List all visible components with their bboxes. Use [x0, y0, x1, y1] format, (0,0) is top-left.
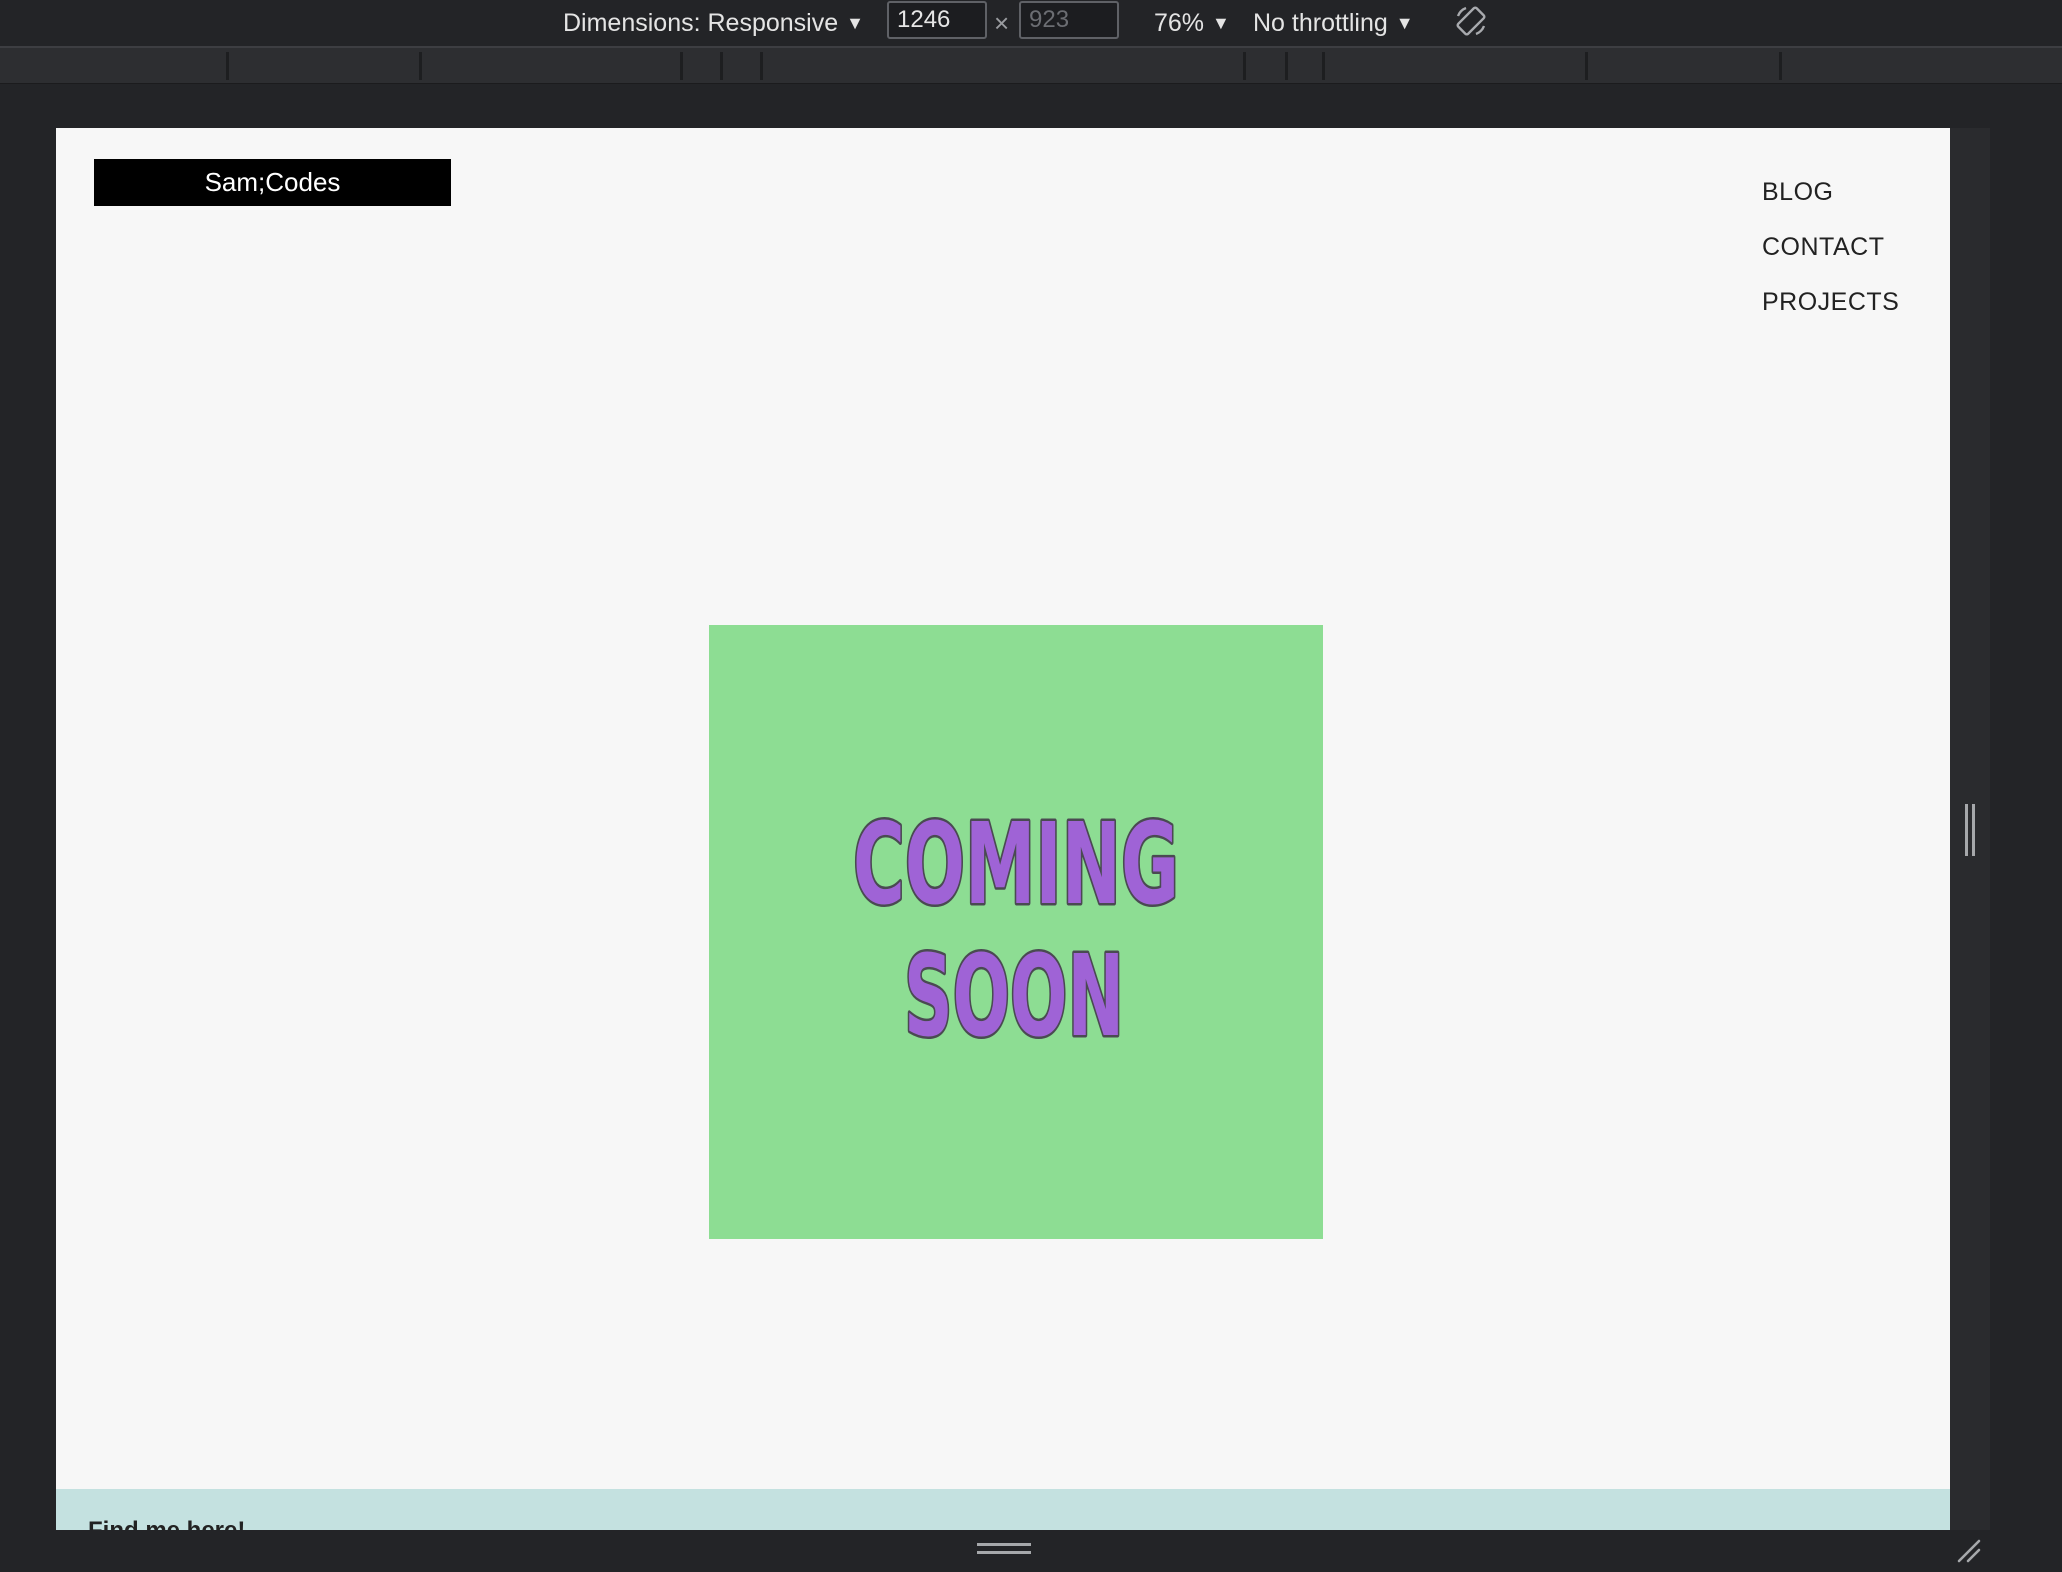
zoom-label: 76%: [1154, 9, 1205, 37]
media-query-divider: [760, 52, 763, 80]
media-query-divider: [1243, 52, 1246, 80]
coming-soon-image: COMING SOON: [709, 625, 1323, 1239]
nav-link-projects[interactable]: PROJECTS: [1762, 288, 1899, 316]
coming-soon-graphic: COMING SOON: [851, 798, 1182, 1065]
media-query-divider: [1322, 52, 1325, 80]
times-icon: ×: [994, 8, 1010, 38]
chevron-down-icon: ▼: [846, 13, 864, 33]
footer: Find me here!: [56, 1489, 1950, 1530]
media-query-divider: [1585, 52, 1588, 80]
zoom-dropdown[interactable]: 76% ▼: [1154, 5, 1230, 41]
page-viewport: Sam;Codes BLOG CONTACT PROJECTS COMING S…: [56, 128, 1950, 1530]
media-query-divider: [1779, 52, 1782, 80]
rotate-icon[interactable]: [1454, 4, 1488, 38]
corner-resize-icon[interactable]: [1956, 1538, 1982, 1564]
footer-heading: Find me here!: [88, 1517, 245, 1530]
site-nav: BLOG CONTACT PROJECTS: [1762, 178, 1899, 343]
side-resize-handle[interactable]: [1965, 804, 1977, 856]
dimensions-dropdown[interactable]: Dimensions: Responsive ▼: [563, 5, 864, 41]
nav-link-contact[interactable]: CONTACT: [1762, 233, 1899, 261]
media-query-bar[interactable]: [0, 48, 2062, 84]
throttling-label: No throttling: [1253, 9, 1388, 37]
bottom-resize-handle[interactable]: [977, 1543, 1031, 1557]
height-input[interactable]: 923: [1019, 1, 1119, 39]
soon-text: SOON: [904, 932, 1124, 1062]
coming-text: COMING: [853, 800, 1179, 930]
media-query-divider: [226, 52, 229, 80]
media-query-divider: [680, 52, 683, 80]
media-query-divider: [720, 52, 723, 80]
chevron-down-icon: ▼: [1395, 13, 1414, 33]
nav-link-blog[interactable]: BLOG: [1762, 178, 1899, 206]
throttling-dropdown[interactable]: No throttling ▼: [1253, 5, 1414, 41]
media-query-divider: [1285, 52, 1288, 80]
width-input[interactable]: 1246: [887, 1, 987, 39]
device-toolbar: Dimensions: Responsive ▼ 1246 × 923 76% ▼ …: [0, 0, 2062, 48]
chevron-down-icon: ▼: [1212, 13, 1230, 33]
dimensions-label: Dimensions: Responsive: [563, 9, 839, 37]
site-logo[interactable]: Sam;Codes: [94, 159, 451, 206]
media-query-divider: [419, 52, 422, 80]
